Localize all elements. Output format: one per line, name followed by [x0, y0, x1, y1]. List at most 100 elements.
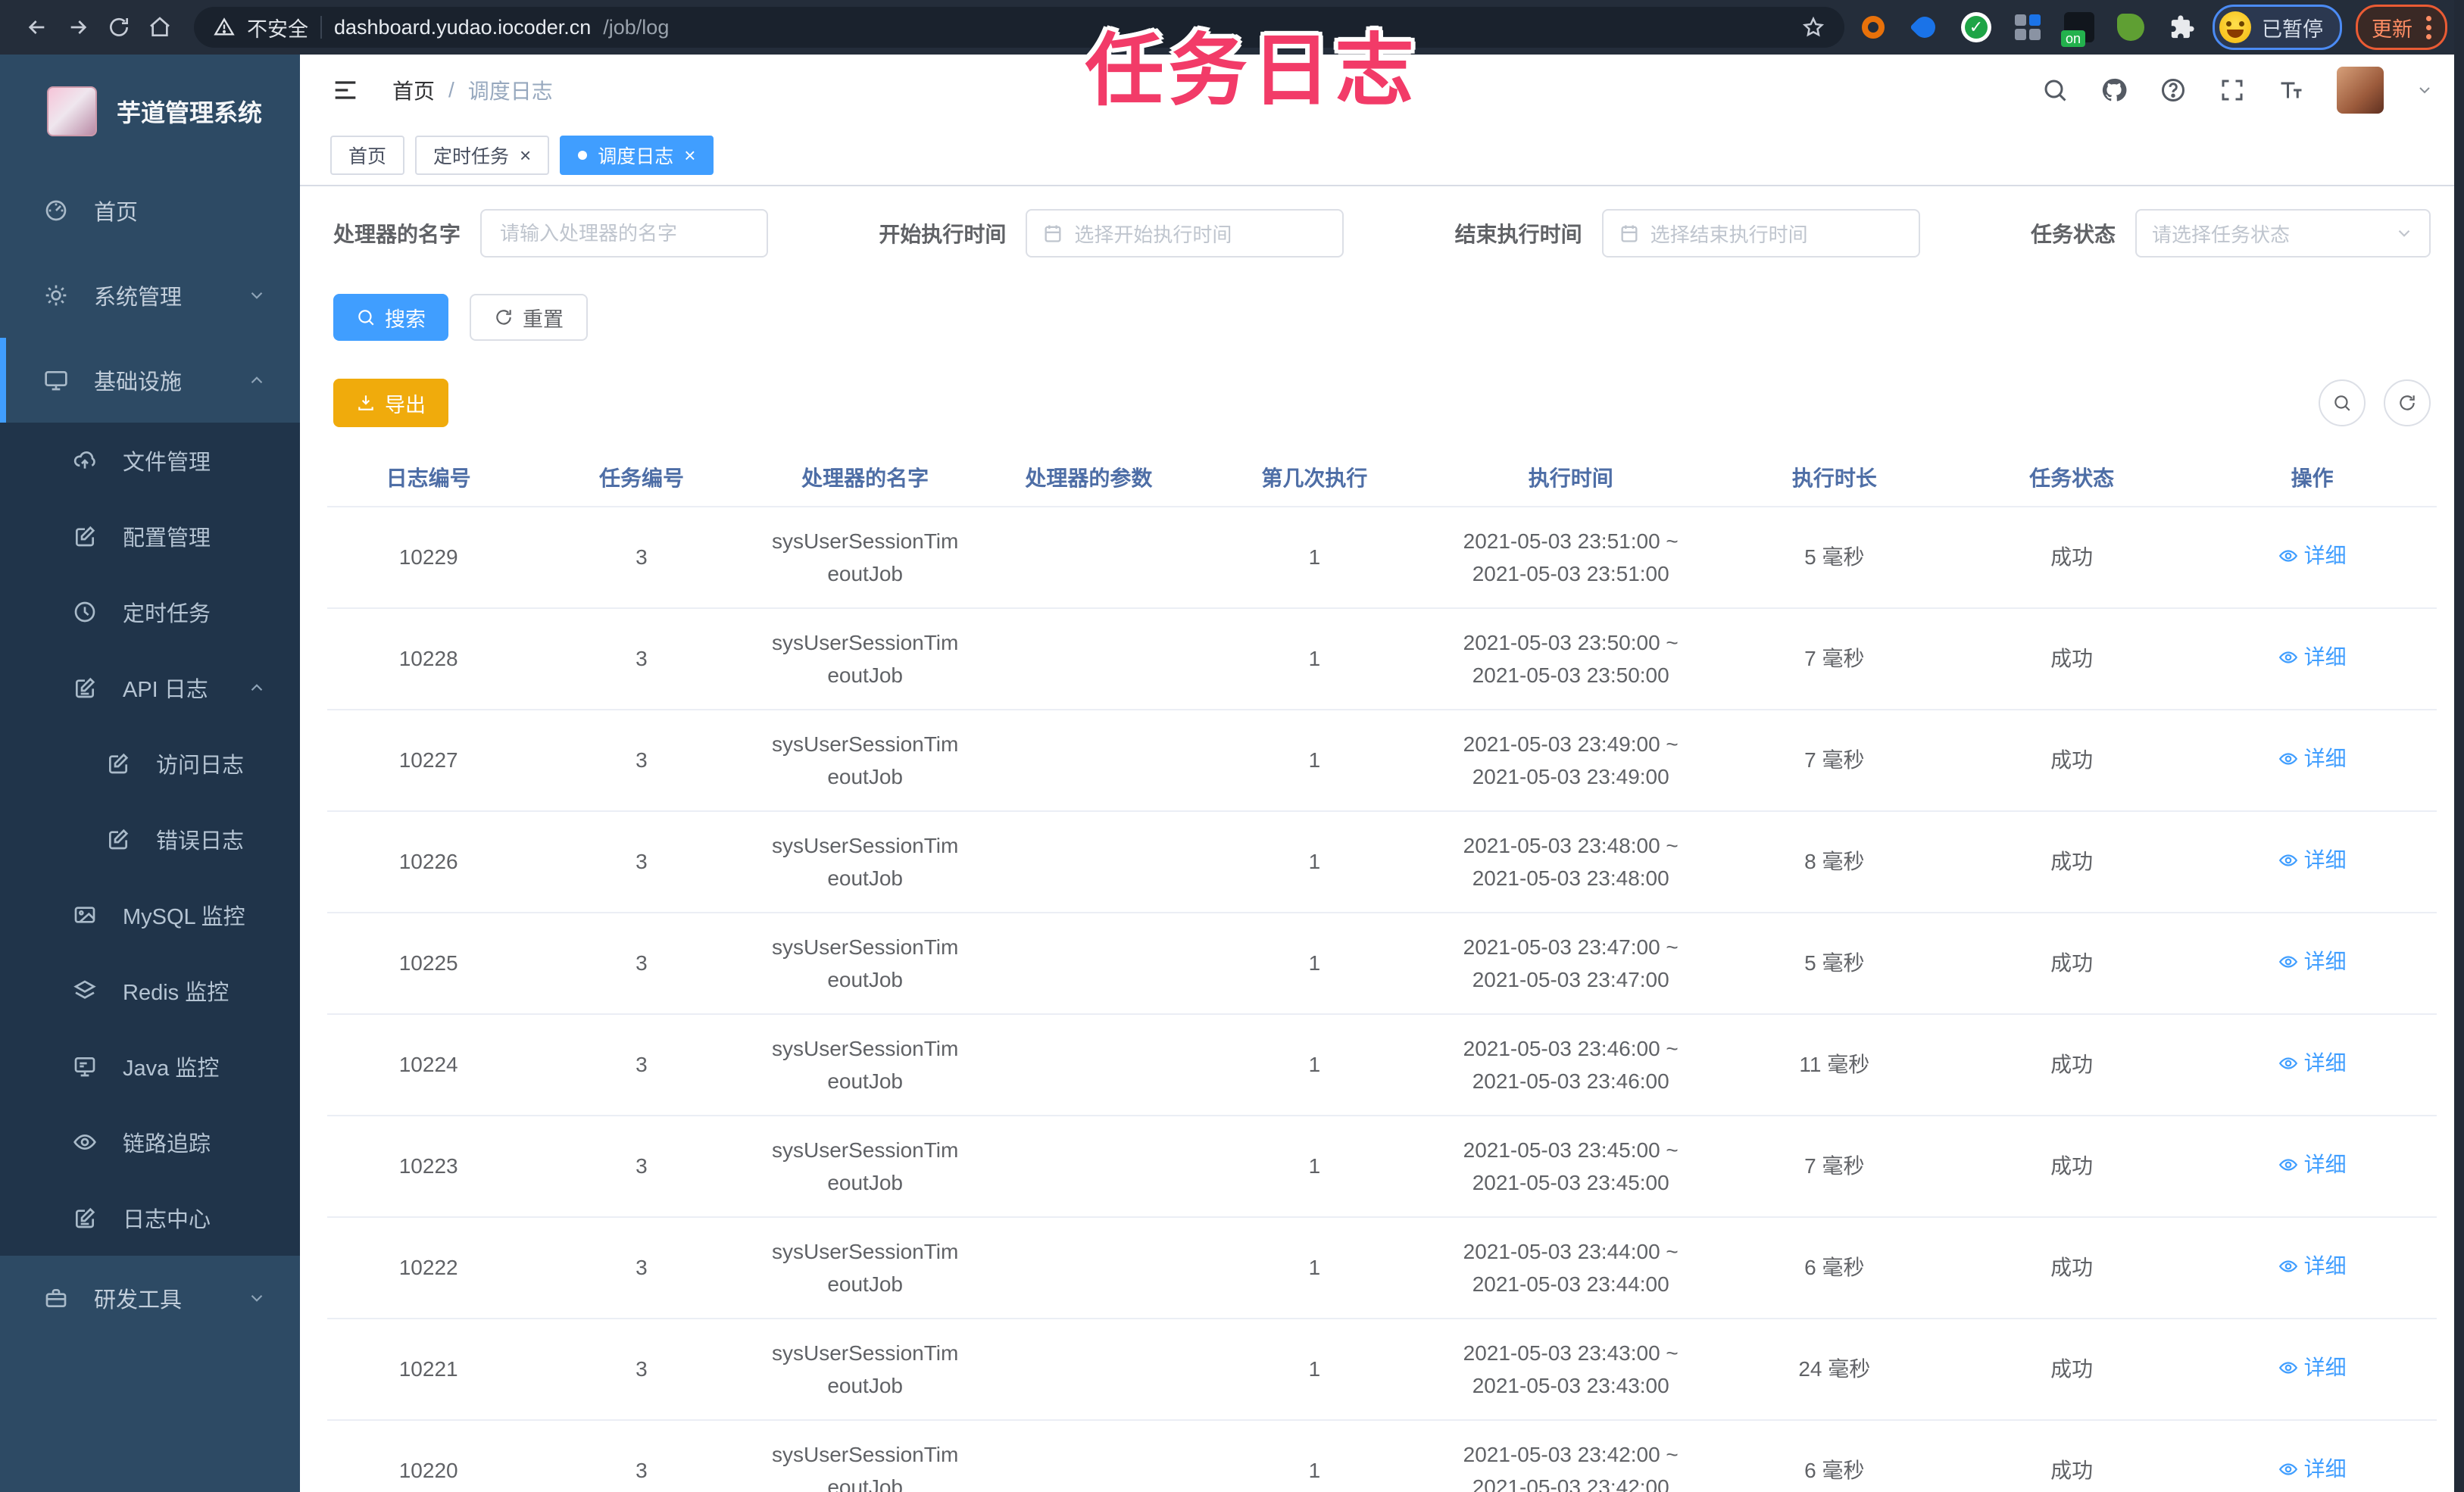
tab-job[interactable]: 定时任务 ×: [415, 136, 550, 175]
handler-name-input[interactable]: [480, 209, 769, 258]
tab-job-log[interactable]: 调度日志 ×: [560, 136, 714, 175]
on-badge-extension-icon[interactable]: on: [2061, 12, 2094, 47]
detail-link[interactable]: 详细: [2278, 844, 2347, 876]
close-icon[interactable]: ×: [684, 145, 695, 165]
table-row: 10223 3 sysUserSessionTim eoutJob 1 2021-05-…: [327, 1116, 2437, 1218]
detail-link[interactable]: 详细: [2278, 1453, 2347, 1485]
column-header: 第几次执行: [1200, 448, 1429, 507]
cell-duration: 5 毫秒: [1713, 507, 1956, 609]
detail-link[interactable]: 详细: [2278, 1148, 2347, 1181]
sidebar-item-label: API 日志: [123, 678, 208, 702]
browser-menu-kebab-icon[interactable]: [2426, 15, 2431, 39]
back-icon[interactable]: [17, 7, 58, 48]
cell-log-id: 10227: [327, 710, 530, 812]
detail-link[interactable]: 详细: [2278, 945, 2347, 978]
security-label: 不安全: [247, 17, 308, 41]
sidebar-item-file[interactable]: 文件管理: [0, 423, 300, 498]
sidebar-item-label: 访问日志: [156, 754, 245, 778]
green-check-extension-icon[interactable]: ✓: [1961, 12, 1991, 42]
cell-log-id: 10220: [327, 1420, 530, 1492]
cell-handler-name: sysUserSessionTim eoutJob: [753, 1420, 977, 1492]
browser-profile-chip[interactable]: 已暂停: [2213, 5, 2342, 50]
forward-icon[interactable]: [58, 7, 98, 48]
begin-time-input[interactable]: 选择开始执行时间: [1026, 209, 1344, 258]
orange-ring-extension-icon[interactable]: [1858, 12, 1888, 42]
detail-link[interactable]: 详细: [2278, 742, 2347, 775]
cell-status: 成功: [1955, 608, 2188, 710]
sidebar-item-infra[interactable]: 基础设施: [0, 338, 300, 423]
eye-view-icon: [2278, 1358, 2298, 1378]
detail-link-label: 详细: [2303, 645, 2347, 670]
address-bar[interactable]: 不安全 dashboard.yudao.iocoder.cn/job/log: [194, 7, 1844, 48]
sidebar-item-config[interactable]: 配置管理: [0, 498, 300, 574]
app-logo[interactable]: 芋道管理系统: [0, 55, 300, 168]
breadcrumb-home[interactable]: 首页: [392, 75, 435, 105]
column-header: 任务编号: [529, 448, 754, 507]
detail-link[interactable]: 详细: [2278, 641, 2347, 673]
sidebar-item-java[interactable]: Java 监控: [0, 1028, 300, 1104]
sidebar-item-trace[interactable]: 链路追踪: [0, 1104, 300, 1180]
tab-label: 调度日志: [598, 146, 674, 167]
font-size-icon[interactable]: [2278, 76, 2305, 104]
user-avatar[interactable]: [2337, 67, 2384, 114]
status-placeholder: 请选择任务状态: [2152, 223, 2291, 246]
sidebar-item-mysql[interactable]: MySQL 监控: [0, 877, 300, 953]
green-leaf-extension-icon[interactable]: [2116, 12, 2146, 42]
monitor-icon: [44, 368, 68, 392]
puzzle-extensions-icon[interactable]: [2167, 12, 2197, 42]
close-icon[interactable]: ×: [520, 145, 531, 165]
breadcrumb-separator: /: [448, 78, 454, 101]
not-secure-warning-icon: [214, 17, 235, 38]
sidebar-item-home[interactable]: 首页: [0, 168, 300, 253]
detail-link[interactable]: 详细: [2278, 1250, 2347, 1282]
window-scrollbar[interactable]: [2454, 0, 2464, 1492]
question-icon[interactable]: [2160, 76, 2187, 104]
search-icon[interactable]: [2041, 76, 2069, 104]
github-icon[interactable]: [2100, 76, 2128, 104]
show-search-icon[interactable]: [2319, 379, 2366, 426]
sidebar-item-dev-tools[interactable]: 研发工具: [0, 1256, 300, 1341]
sidebar-item-access-log[interactable]: 访问日志: [0, 726, 300, 801]
cell-actions: 详细: [2188, 608, 2437, 710]
caret-down-icon[interactable]: [2416, 81, 2434, 99]
edit-icon: [73, 524, 97, 548]
sidebar-item-api-log[interactable]: API 日志: [0, 650, 300, 726]
sidebar-item-system[interactable]: 系统管理: [0, 253, 300, 338]
fullscreen-icon[interactable]: [2219, 76, 2246, 104]
status-select[interactable]: 请选择任务状态: [2135, 209, 2431, 258]
detail-link[interactable]: 详细: [2278, 1351, 2347, 1384]
refresh-icon[interactable]: [2384, 379, 2431, 426]
cell-execute-index: 1: [1200, 507, 1429, 609]
browser-update-button[interactable]: 更新: [2356, 5, 2447, 50]
detail-link[interactable]: 详细: [2278, 539, 2347, 572]
blue-drop-extension-icon[interactable]: [1910, 12, 1940, 42]
cell-execute-time: 2021-05-03 23:47:00 ~ 2021-05-03 23:47:0…: [1428, 913, 1713, 1015]
search-button[interactable]: 搜索: [333, 294, 448, 341]
cell-handler-param: [976, 608, 1201, 710]
grid-extension-icon[interactable]: [2013, 12, 2043, 42]
bookmark-star-icon[interactable]: [1802, 16, 1825, 39]
reload-icon[interactable]: [98, 7, 139, 48]
tab-home[interactable]: 首页: [330, 136, 405, 175]
home-icon[interactable]: [139, 7, 180, 48]
end-time-input[interactable]: 选择结束执行时间: [1601, 209, 1920, 258]
sidebar-item-error-log[interactable]: 错误日志: [0, 801, 300, 877]
cell-status: 成功: [1955, 710, 2188, 812]
sidebar-item-redis[interactable]: Redis 监控: [0, 953, 300, 1028]
hamburger-icon[interactable]: [330, 75, 361, 105]
tab-label: 定时任务: [433, 146, 510, 167]
cell-job-id: 3: [529, 710, 754, 812]
cell-log-id: 10226: [327, 811, 530, 913]
cell-handler-param: [976, 1217, 1201, 1319]
reset-button[interactable]: 重置: [470, 294, 588, 341]
edit-icon: [106, 827, 130, 851]
cell-execute-time: 2021-05-03 23:43:00 ~ 2021-05-03 23:43:0…: [1428, 1319, 1713, 1421]
sidebar-item-log-center[interactable]: 日志中心: [0, 1180, 300, 1256]
table-row: 10221 3 sysUserSessionTim eoutJob 1 2021-05-…: [327, 1319, 2437, 1421]
detail-link[interactable]: 详细: [2278, 1047, 2347, 1079]
column-header: 操作: [2188, 448, 2437, 507]
export-button[interactable]: 导出: [333, 379, 448, 427]
sidebar-item-job[interactable]: 定时任务: [0, 574, 300, 650]
cell-status: 成功: [1955, 507, 2188, 609]
eye-view-icon: [2278, 1256, 2298, 1276]
